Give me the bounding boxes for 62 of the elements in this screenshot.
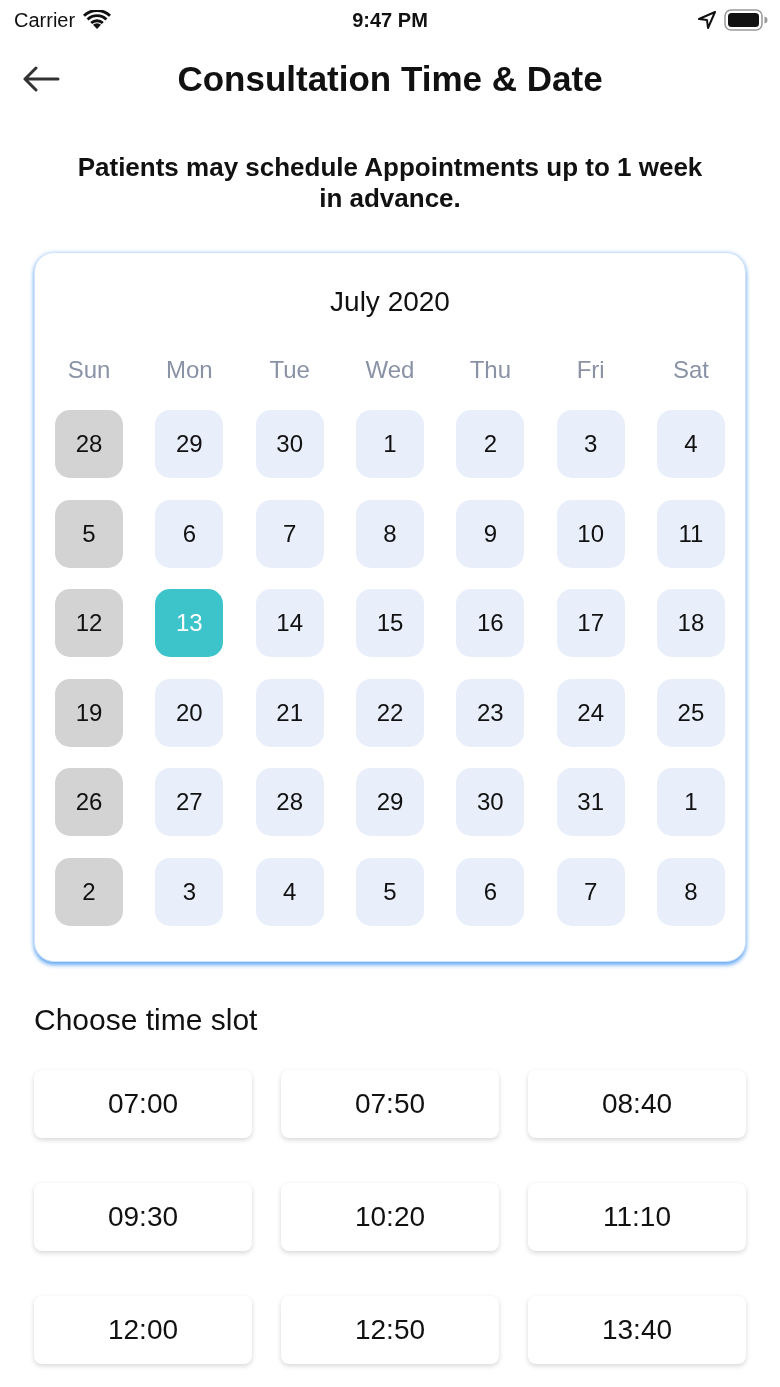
day-button[interactable]: 5: [356, 857, 424, 926]
clock-time: 9:47 PM: [352, 8, 428, 32]
time-slot-button[interactable]: 10:20: [281, 1182, 499, 1251]
day-button[interactable]: 2: [456, 410, 525, 478]
day-button[interactable]: 20: [155, 678, 224, 747]
time-slot-button[interactable]: 13:40: [528, 1295, 746, 1364]
day-button[interactable]: 28: [255, 768, 324, 837]
day-button[interactable]: 22: [356, 678, 424, 747]
weekday-label: Sat: [672, 355, 709, 385]
weekday-label: Mon: [166, 355, 213, 385]
day-button[interactable]: 3: [155, 857, 224, 926]
wifi-icon: [83, 10, 112, 30]
weekday-label: Sun: [67, 355, 111, 385]
day-button[interactable]: 30: [456, 768, 525, 837]
time-slot-button[interactable]: 09:30: [34, 1182, 252, 1251]
month-title: July 2020: [329, 285, 451, 319]
day-button[interactable]: 21: [255, 678, 324, 747]
day-button[interactable]: 3: [556, 410, 625, 478]
section-title: Choose time slot: [34, 1001, 259, 1038]
day-button[interactable]: 7: [556, 857, 625, 926]
time-slot-button[interactable]: 12:50: [281, 1295, 499, 1364]
day-button[interactable]: 6: [155, 499, 224, 568]
day-button[interactable]: 25: [656, 678, 725, 747]
day-button[interactable]: 23: [456, 678, 525, 747]
day-button[interactable]: 16: [456, 589, 525, 658]
day-button[interactable]: 1: [356, 410, 424, 478]
day-button[interactable]: 29: [356, 768, 424, 837]
weekday-label: Thu: [469, 355, 511, 385]
booking-notice: Patients may schedule Appointments up to 1 week in advance.: [76, 152, 704, 214]
day-button[interactable]: 4: [656, 410, 725, 478]
day-button[interactable]: 31: [556, 768, 625, 837]
time-slot-button[interactable]: 11:10: [528, 1182, 746, 1251]
day-button[interactable]: 6: [456, 857, 525, 926]
back-arrow-icon: [22, 66, 60, 92]
day-button[interactable]: 27: [155, 768, 224, 837]
day-button[interactable]: 7: [255, 499, 324, 568]
location-arrow-icon: [698, 11, 716, 29]
day-button[interactable]: 1: [656, 768, 725, 837]
time-slot-button[interactable]: 08:40: [528, 1069, 746, 1138]
day-button[interactable]: 29: [155, 410, 224, 478]
time-slot-button[interactable]: 07:00: [34, 1069, 252, 1138]
day-button[interactable]: 17: [556, 589, 625, 658]
day-button[interactable]: 10: [556, 499, 625, 568]
back-button[interactable]: [22, 66, 60, 92]
day-button[interactable]: 30: [255, 410, 324, 478]
day-button[interactable]: 8: [656, 857, 725, 926]
day-button[interactable]: 14: [255, 589, 324, 658]
day-button[interactable]: 9: [456, 499, 525, 568]
page-title: Consultation Time & Date: [177, 59, 603, 98]
time-slot-button[interactable]: 07:50: [281, 1069, 499, 1138]
day-button[interactable]: 4: [255, 857, 324, 926]
day-button[interactable]: 18: [656, 589, 725, 658]
day-button[interactable]: 15: [356, 589, 424, 658]
weekday-label: Tue: [269, 355, 310, 385]
battery-icon: [724, 9, 768, 31]
weekday-label: Wed: [365, 355, 415, 385]
time-slot-button[interactable]: 12:00: [34, 1295, 252, 1364]
carrier-label: Carrier: [14, 8, 76, 32]
day-button[interactable]: 8: [356, 499, 424, 568]
day-button[interactable]: 24: [556, 678, 625, 747]
weekday-label: Fri: [576, 355, 605, 385]
day-button[interactable]: 11: [656, 499, 725, 568]
